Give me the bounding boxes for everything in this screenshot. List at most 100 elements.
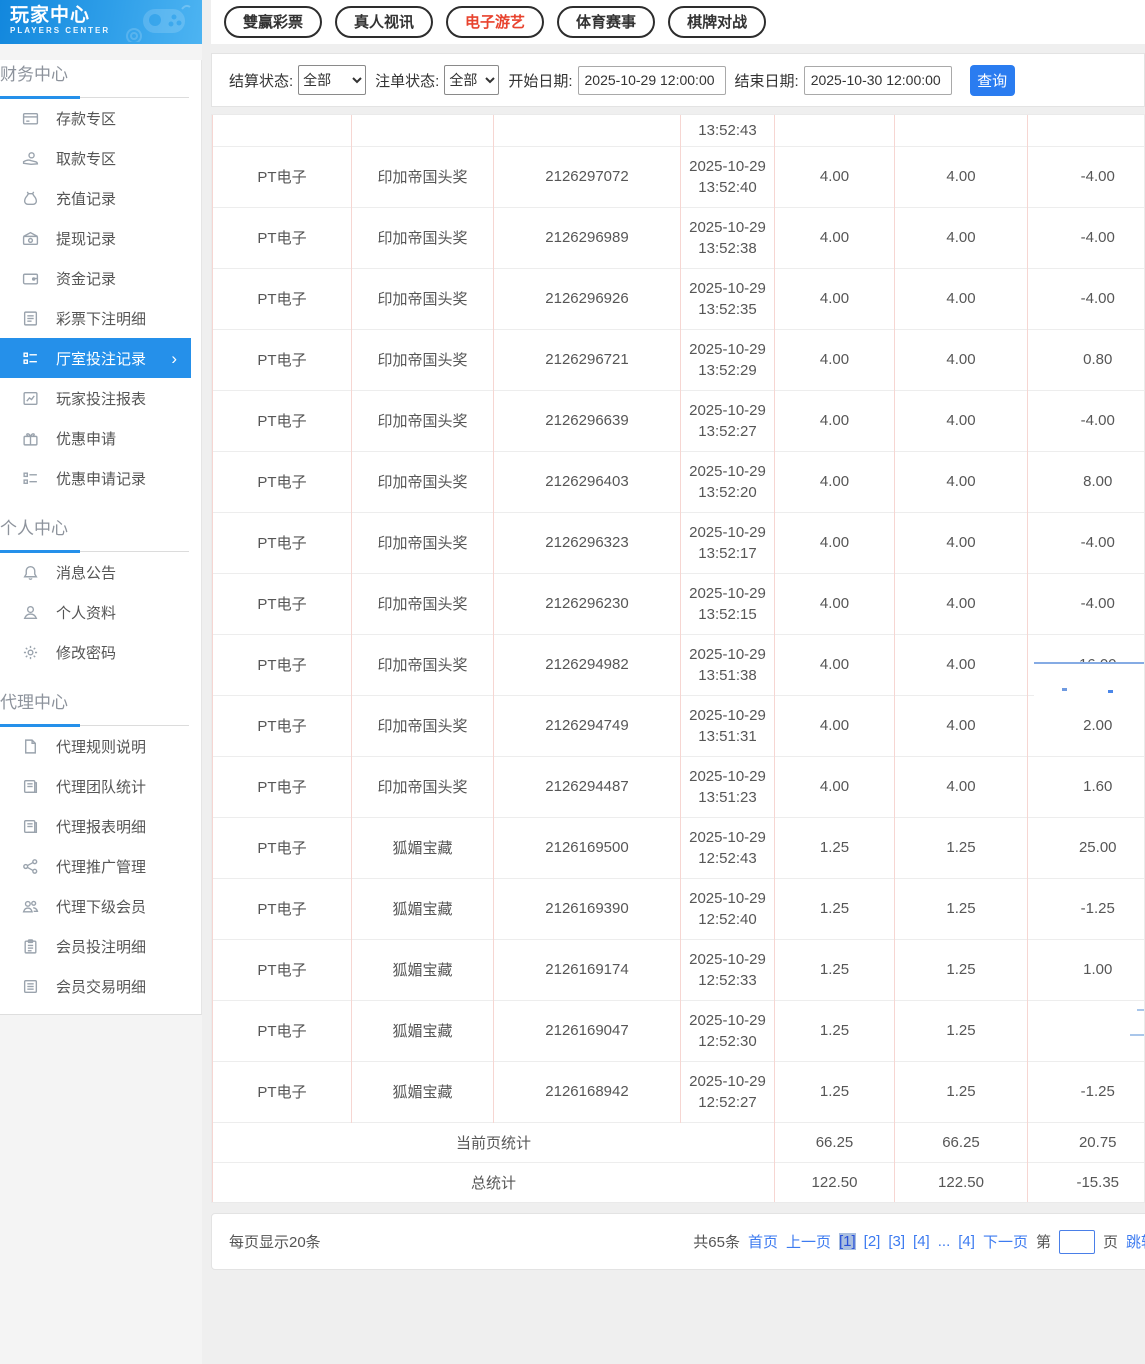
cell-bet-amount: 4.00 (774, 450, 895, 512)
cell-valid-amount: 4.00 (894, 450, 1028, 512)
cell-bet-number: 2126168942 (493, 1060, 681, 1122)
order-status-select[interactable]: 全部 (444, 65, 500, 95)
summary-win-amount: -15.35 (1027, 1161, 1144, 1202)
cell-bet-time: 2025-10-29 13:52:15 (680, 572, 775, 634)
sidebar-item-deposit-zone[interactable]: 存款专区 (0, 98, 201, 138)
page-link[interactable]: [3] (888, 1233, 905, 1250)
cell-valid-amount: 4.00 (894, 206, 1028, 268)
page-link[interactable]: 首页 (748, 1231, 778, 1252)
summary-valid-amount: 122.50 (894, 1161, 1028, 1202)
page-link[interactable]: [4] (913, 1233, 930, 1250)
bet-date: 2025-10-29 (689, 584, 766, 602)
cell-win-loss: -1.25 (1027, 1060, 1144, 1122)
tab-live[interactable]: 真人视讯 (335, 6, 434, 38)
cell-win-loss: 0.80 (1027, 328, 1144, 390)
chart-icon (22, 390, 39, 407)
logo-header: 玩家中心 PLAYERS CENTER (0, 0, 202, 44)
bet-records-table: 13:52:43 PT电子 印加帝国头奖 2126297072 2025-10-29 13… (212, 115, 1144, 1202)
summary-row: 总统计 122.50 122.50 -15.35 (212, 1161, 1144, 1202)
cell-bet-amount: 1.25 (774, 877, 895, 939)
sidebar-item-promo-apply[interactable]: 优惠申请 (0, 418, 201, 458)
sidebar-item-agent-rules[interactable]: 代理规则说明 (0, 726, 201, 766)
page-link[interactable]: [2] (864, 1233, 881, 1250)
cell-game-type: PT电子 (212, 511, 352, 573)
sidebar-item-agent-report-details[interactable]: 代理报表明细 (0, 806, 201, 846)
sidebar-item-profile[interactable]: 个人资料 (0, 592, 201, 632)
sidebar-item-player-bet-report[interactable]: 玩家投注报表 (0, 378, 201, 418)
page-link[interactable]: 上一页 (786, 1231, 831, 1252)
cell-bet-amount: 4.00 (774, 389, 895, 451)
tab-egames[interactable]: 电子游艺 (446, 6, 545, 38)
sidebar-item-label: 取款专区 (56, 150, 117, 168)
page-link[interactable]: ... (938, 1233, 951, 1250)
cell-bet-number: 2126296403 (493, 450, 681, 512)
end-date-input[interactable] (803, 65, 952, 95)
sidebar-item-change-password[interactable]: 修改密码 (0, 632, 201, 672)
cell-bet-time: 2025-10-29 13:52:40 (680, 145, 775, 207)
jump-button[interactable]: 跳转 (1126, 1231, 1145, 1252)
sidebar-item-lottery-bet-details[interactable]: 彩票下注明细 (0, 298, 201, 338)
cell-bet-number: 2126296323 (493, 511, 681, 573)
sidebar-item-member-transactions[interactable]: 会员交易明细 (0, 966, 201, 1006)
sidebar-item-label: 优惠申请 (56, 430, 117, 448)
win-loss-value: 1.60 (1083, 778, 1113, 795)
tab-lottery[interactable]: 雙赢彩票 (224, 6, 323, 38)
sidebar-item-member-bet-details[interactable]: 会员投注明细 (0, 926, 201, 966)
sidebar-item-messages[interactable]: 消息公告 (0, 552, 201, 592)
tab-board[interactable]: 棋牌对战 (668, 6, 767, 38)
cell-game-type: PT电子 (212, 1060, 352, 1122)
cell-game-type: PT电子 (212, 633, 352, 695)
cell-valid-amount: 4.00 (894, 267, 1028, 329)
bet-date: 2025-10-29 (689, 523, 766, 541)
bank-card-icon (22, 110, 39, 127)
search-button[interactable]: 查询 (969, 64, 1015, 96)
table-row: PT电子 印加帝国头奖 2126294487 2025-10-29 13:51:23 4.… (212, 755, 1144, 817)
sidebar-item-recharge-records[interactable]: 充值记录 (0, 178, 201, 218)
sidebar-item-withdraw-zone[interactable]: 取款专区 (0, 138, 201, 178)
win-loss-value: -4.00 (1080, 229, 1115, 246)
sidebar-item-agent-sub-members[interactable]: 代理下级会员 (0, 886, 201, 926)
cell-game-name: 印加帝国头奖 (351, 755, 494, 817)
per-page-label: 每页显示20条 (229, 1234, 321, 1251)
cell-game-type: PT电子 (212, 389, 352, 451)
page-link[interactable]: 下一页 (983, 1231, 1028, 1252)
cell-bet-time: 2025-10-29 13:51:38 (680, 633, 775, 695)
cell-bet-number: 2126296926 (493, 267, 681, 329)
cell-bet-number: 2126294982 (493, 633, 681, 695)
bet-date: 2025-10-29 (689, 889, 766, 907)
start-date-input[interactable] (577, 65, 726, 95)
file-icon (22, 738, 39, 755)
bet-date: 2025-10-29 (689, 1011, 766, 1029)
cell-game-type: PT电子 (212, 206, 352, 268)
page-link[interactable]: [4] (958, 1233, 975, 1250)
settle-status-select[interactable]: 全部 (298, 65, 367, 95)
cell-game-name: 狐媚宝藏 (351, 1060, 494, 1122)
table-row: PT电子 印加帝国头奖 2126294982 2025-10-29 13:51:38 4.… (212, 633, 1144, 696)
cell-bet-time: 2025-10-29 13:52:29 (680, 328, 775, 390)
sidebar-item-funds-records[interactable]: 资金记录 (0, 258, 201, 298)
sidebar-item-agent-team-stats[interactable]: 代理团队统计 (0, 766, 201, 806)
sidebar-item-hall-bet-records[interactable]: 厅室投注记录 › (0, 338, 191, 378)
cell-bet-amount: 4.00 (774, 511, 895, 573)
cell-game-type: PT电子 (212, 267, 352, 329)
cell-valid-amount: 1.25 (894, 816, 1028, 878)
page-jump-input[interactable] (1058, 1229, 1095, 1254)
sidebar-item-withdrawal-records[interactable]: 提现记录 (0, 218, 201, 258)
cell-bet-time: 2025-10-29 13:52:17 (680, 511, 775, 573)
cell-game-name: 印加帝国头奖 (351, 572, 494, 634)
gear-icon (22, 644, 39, 661)
cell-bet-number: 2126169500 (493, 816, 681, 878)
bet-time: 13:51:31 (698, 727, 757, 745)
gamepad-icon (126, 4, 191, 42)
bet-time: 13:52:38 (698, 239, 757, 257)
sidebar-item-agent-promotion[interactable]: 代理推广管理 (0, 846, 201, 886)
page-link-current[interactable]: [1] (838, 1233, 856, 1250)
sidebar-item-promo-apply-records[interactable]: 优惠申请记录 (0, 458, 201, 498)
cell-bet-number (493, 115, 681, 146)
users-icon (22, 898, 39, 915)
bet-time: 13:52:40 (698, 178, 757, 196)
cell-bet-amount: 1.25 (774, 1060, 895, 1122)
cell-game-type: PT电子 (212, 145, 352, 207)
tab-sports[interactable]: 体育赛事 (557, 6, 656, 38)
win-loss-value: -4.00 (1080, 290, 1115, 307)
